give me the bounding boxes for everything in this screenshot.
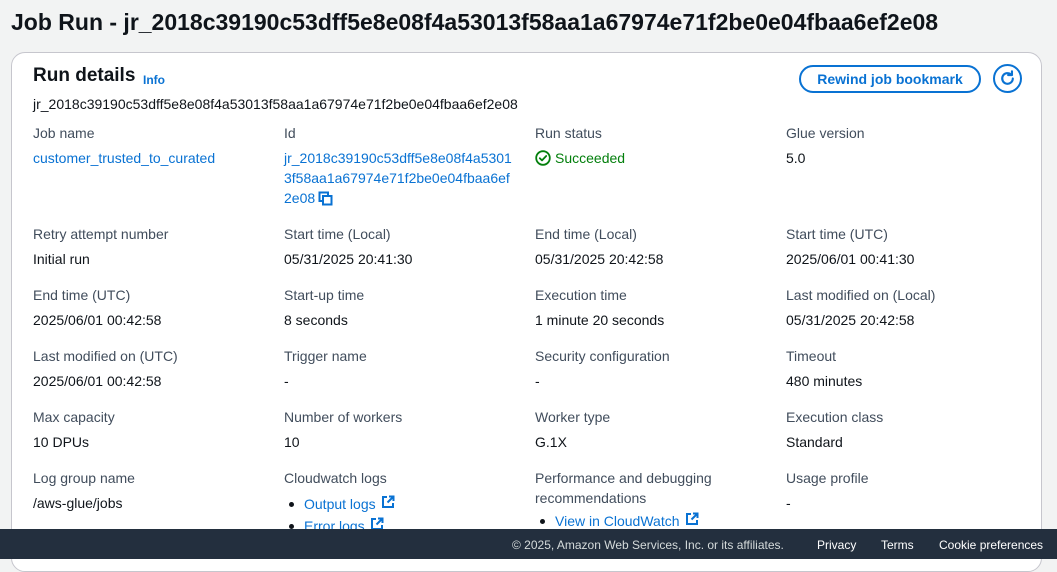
modified-utc-value: 2025/06/01 00:42:58 <box>33 373 162 389</box>
start-local-value: 05/31/2025 20:41:30 <box>284 251 413 267</box>
modified-utc-label: Last modified on (UTC) <box>33 348 178 364</box>
field-run-status: Run status Succeeded <box>535 123 775 168</box>
field-end-local: End time (Local) 05/31/2025 20:42:58 <box>535 224 775 269</box>
id-label: Id <box>284 125 296 141</box>
retry-label: Retry attempt number <box>33 226 169 242</box>
execution-class-label: Execution class <box>786 409 884 425</box>
run-status-value: Succeeded <box>535 148 775 168</box>
success-check-icon <box>535 150 551 166</box>
end-local-label: End time (Local) <box>535 226 637 242</box>
trigger-name-label: Trigger name <box>284 348 367 364</box>
security-config-label: Security configuration <box>535 348 670 364</box>
field-startup-time: Start-up time 8 seconds <box>284 285 524 330</box>
perf-label: Performance and debugging recommendation… <box>535 470 712 506</box>
field-id: Id jr_2018c39190c53dff5e8e08f4a53013f58a… <box>284 123 524 211</box>
trigger-name-value: - <box>284 373 289 389</box>
refresh-button[interactable] <box>993 64 1022 93</box>
timeout-value: 480 minutes <box>786 373 863 389</box>
job-name-label: Job name <box>33 125 95 141</box>
run-status-text: Succeeded <box>555 150 626 166</box>
terms-link[interactable]: Terms <box>881 538 914 552</box>
field-max-capacity: Max capacity 10 DPUs <box>33 407 273 452</box>
output-logs-link[interactable]: Output logs <box>304 493 376 515</box>
end-local-value: 05/31/2025 20:42:58 <box>535 251 664 267</box>
start-utc-value: 2025/06/01 00:41:30 <box>786 251 915 267</box>
bullet <box>289 501 294 507</box>
run-details-title: Run details <box>33 65 136 86</box>
field-timeout: Timeout 480 minutes <box>786 346 1026 391</box>
field-job-name: Job name customer_trusted_to_curated <box>33 123 273 168</box>
max-capacity-value: 10 DPUs <box>33 434 90 450</box>
retry-value: Initial run <box>33 251 90 267</box>
max-capacity-label: Max capacity <box>33 409 115 425</box>
worker-type-label: Worker type <box>535 409 611 425</box>
usage-profile-label: Usage profile <box>786 470 869 486</box>
job-name-link[interactable]: customer_trusted_to_curated <box>33 148 273 168</box>
field-security-config: Security configuration - <box>535 346 775 391</box>
end-utc-value: 2025/06/01 00:42:58 <box>33 312 162 328</box>
run-details-card: Run details Info jr_2018c39190c53dff5e8e… <box>11 52 1042 572</box>
startup-time-label: Start-up time <box>284 287 365 303</box>
log-group-label: Log group name <box>33 470 135 486</box>
footer: © 2025, Amazon Web Services, Inc. or its… <box>0 529 1057 559</box>
field-retry: Retry attempt number Initial run <box>33 224 273 269</box>
execution-time-label: Execution time <box>535 287 627 303</box>
list-item: Output logs <box>284 493 524 515</box>
workers-label: Number of workers <box>284 409 403 425</box>
run-status-label: Run status <box>535 125 602 141</box>
run-id-subtitle: jr_2018c39190c53dff5e8e08f4a53013f58aa1a… <box>33 96 518 112</box>
field-execution-class: Execution class Standard <box>786 407 1026 452</box>
copy-icon[interactable] <box>318 191 333 211</box>
field-number-of-workers: Number of workers 10 <box>284 407 524 452</box>
cloudwatch-logs-label: Cloudwatch logs <box>284 470 387 486</box>
field-worker-type: Worker type G.1X <box>535 407 775 452</box>
info-link[interactable]: Info <box>143 73 165 87</box>
timeout-label: Timeout <box>786 348 837 364</box>
modified-local-label: Last modified on (Local) <box>786 287 936 303</box>
bullet <box>540 518 545 524</box>
field-usage-profile: Usage profile - <box>786 468 1026 513</box>
bullet <box>289 523 294 529</box>
external-link-icon <box>381 493 395 515</box>
field-end-utc: End time (UTC) 2025/06/01 00:42:58 <box>33 285 273 330</box>
startup-time-value: 8 seconds <box>284 312 348 328</box>
usage-profile-value: - <box>786 495 791 511</box>
refresh-icon <box>1001 70 1014 85</box>
worker-type-value: G.1X <box>535 434 567 450</box>
glue-version-label: Glue version <box>786 125 865 141</box>
security-config-value: - <box>535 373 540 389</box>
field-perf-recommendations: Performance and debugging recommendation… <box>535 468 735 532</box>
field-cloudwatch-logs: Cloudwatch logs Output logs Error logs <box>284 468 524 537</box>
rewind-job-bookmark-button[interactable]: Rewind job bookmark <box>799 65 981 93</box>
execution-time-value: 1 minute 20 seconds <box>535 312 665 328</box>
cookie-preferences-link[interactable]: Cookie preferences <box>939 538 1043 552</box>
privacy-link[interactable]: Privacy <box>817 538 856 552</box>
copyright-text: © 2025, Amazon Web Services, Inc. or its… <box>512 538 784 552</box>
field-start-local: Start time (Local) 05/31/2025 20:41:30 <box>284 224 524 269</box>
field-start-utc: Start time (UTC) 2025/06/01 00:41:30 <box>786 224 1026 269</box>
modified-local-value: 05/31/2025 20:42:58 <box>786 312 915 328</box>
field-trigger-name: Trigger name - <box>284 346 524 391</box>
field-modified-local: Last modified on (Local) 05/31/2025 20:4… <box>786 285 1026 330</box>
field-execution-time: Execution time 1 minute 20 seconds <box>535 285 775 330</box>
id-value-group: jr_2018c39190c53dff5e8e08f4a53013f58aa1a… <box>284 148 516 211</box>
workers-value: 10 <box>284 434 300 450</box>
log-group-value: /aws-glue/jobs <box>33 495 123 511</box>
start-utc-label: Start time (UTC) <box>786 226 888 242</box>
end-utc-label: End time (UTC) <box>33 287 131 303</box>
field-glue-version: Glue version 5.0 <box>786 123 1026 168</box>
page-title: Job Run - jr_2018c39190c53dff5e8e08f4a53… <box>11 9 939 35</box>
field-log-group: Log group name /aws-glue/jobs <box>33 468 273 513</box>
execution-class-value: Standard <box>786 434 843 450</box>
field-modified-utc: Last modified on (UTC) 2025/06/01 00:42:… <box>33 346 273 391</box>
glue-version-value: 5.0 <box>786 150 806 166</box>
start-local-label: Start time (Local) <box>284 226 391 242</box>
